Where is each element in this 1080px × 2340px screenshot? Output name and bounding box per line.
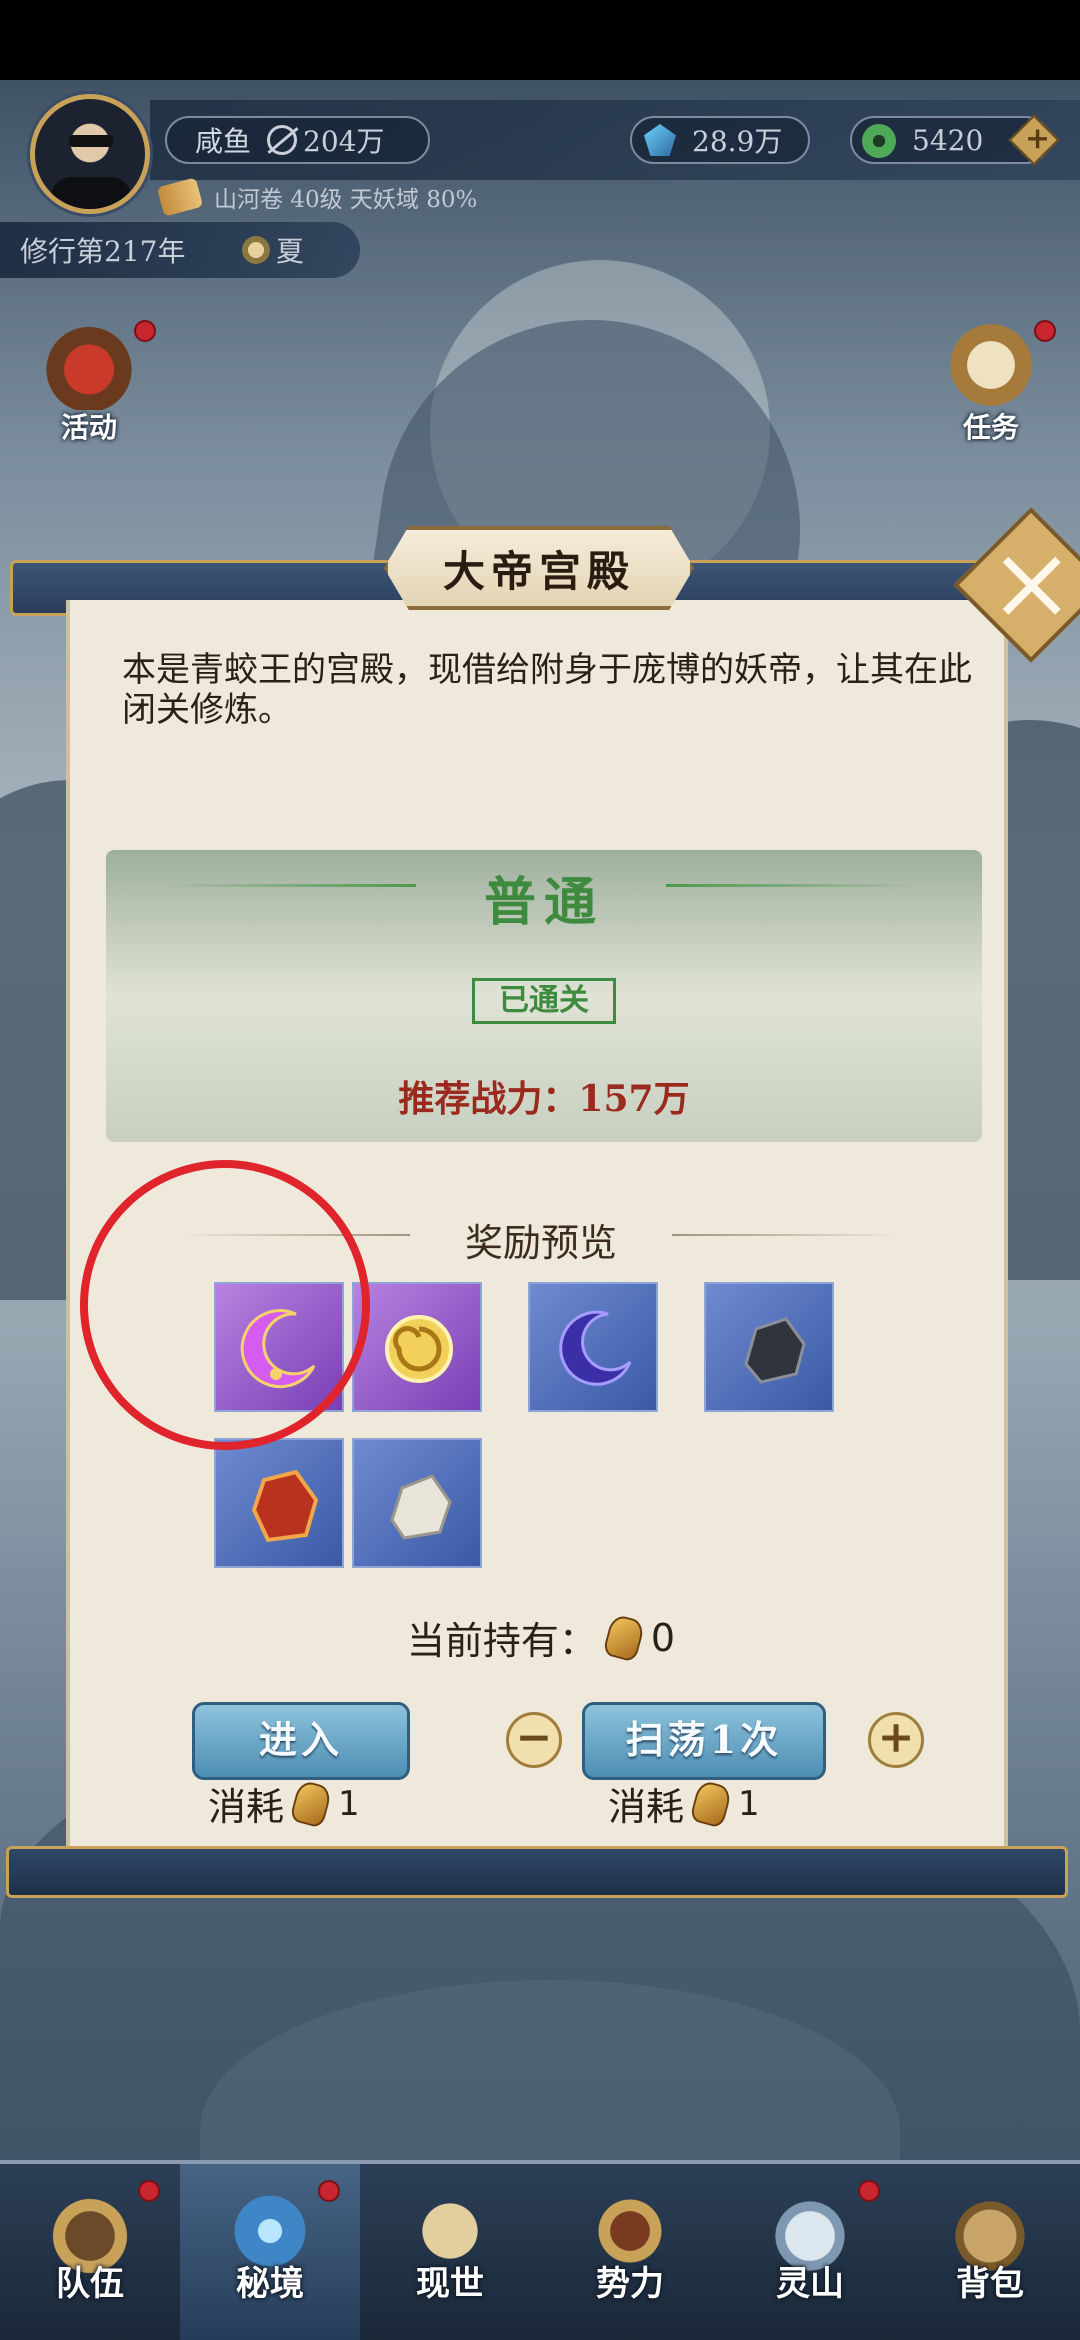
coin-currency[interactable]: 5420 [850, 114, 1060, 166]
reward-item-golden-orb[interactable] [352, 1282, 482, 1412]
white-ore-icon [390, 1474, 452, 1540]
jade-currency[interactable]: 28.9万 [630, 116, 810, 164]
moon-shard-icon [559, 1310, 632, 1386]
reward-item-white-ore[interactable] [352, 1438, 482, 1568]
nav-tab-label: 秘境 [236, 2264, 304, 2304]
side-button-label: 任务 [962, 411, 1019, 444]
nav-tab-label: 背包 [956, 2264, 1024, 2304]
nav-tab-label: 队伍 [56, 2264, 124, 2304]
reward-preview-title: 奖励预览 [464, 1221, 617, 1265]
avatar-glasses [69, 135, 113, 147]
difficulty-label: 普通 [483, 872, 604, 933]
decrease-sweep-button[interactable]: − [506, 1712, 562, 1768]
cost-value: 1 [338, 1783, 360, 1824]
coin-icon [862, 124, 896, 158]
dungeon-description: 本是青蛟王的宫殿，现借给附身于庞博的妖帝，让其在此闭关修炼。 [122, 650, 972, 730]
jade-crystal-icon [644, 124, 676, 156]
notification-dot [134, 320, 156, 342]
token-icon [602, 1612, 646, 1663]
reward-item-blue-moon[interactable] [528, 1282, 658, 1412]
activity-drum-icon [39, 320, 139, 410]
year-bar: 修行第217年 夏 [0, 222, 360, 278]
nav-tab-world[interactable]: 现世 [360, 2164, 540, 2340]
recommended-power: 推荐战力：157万 [398, 1078, 690, 1120]
avatar-suit [51, 177, 131, 209]
top-hud: 咸鱼 204万 28.9万 5420 山河卷 40级 天妖域 80% 修行第21… [0, 80, 1080, 278]
coin-value: 5420 [912, 123, 984, 157]
bottom-nav: 队伍 秘境 现世 势力 灵山 背包 [0, 2160, 1080, 2340]
player-name-pill[interactable]: 咸鱼 204万 [165, 116, 430, 164]
reward-item-dark-ore[interactable] [704, 1282, 834, 1412]
avatar[interactable] [30, 94, 150, 214]
increase-sweep-button[interactable]: + [868, 1712, 924, 1768]
nav-tab-spirit-mountain[interactable]: 灵山 [720, 2164, 900, 2340]
season-icon [241, 236, 270, 264]
notification-dot [1034, 320, 1056, 342]
cleared-badge: 已通关 [472, 978, 616, 1024]
cost-value: 1 [738, 1783, 760, 1824]
holding-count: 0 [650, 1615, 676, 1660]
red-ore-icon [251, 1469, 319, 1543]
player-name: 咸鱼 [195, 125, 252, 158]
nav-tab-team[interactable]: 队伍 [0, 2164, 180, 2340]
combat-power-value: 204万 [303, 125, 385, 158]
scroll-info: 山河卷 40级 天妖域 80% [214, 187, 478, 213]
scroll-progress[interactable]: 山河卷 40级 天妖域 80% [156, 177, 478, 217]
enter-button[interactable]: 进入 [192, 1702, 410, 1780]
token-icon [689, 1778, 733, 1829]
dialog-title: 大帝宫殿 [384, 526, 694, 610]
holding-label: 当前持有： [406, 1619, 597, 1663]
token-icon [289, 1778, 333, 1829]
scroll-icon [156, 177, 204, 217]
jade-value: 28.9万 [692, 125, 783, 158]
nav-tab-label: 势力 [596, 2264, 664, 2304]
season-label: 夏 [275, 235, 304, 268]
cost-label: 消耗 [608, 1785, 685, 1829]
combat-power-icon [267, 125, 298, 155]
difficulty-panel[interactable]: 普通 已通关 推荐战力：157万 [106, 850, 982, 1142]
season-indicator: 夏 [241, 230, 304, 270]
nav-tab-label: 现世 [416, 2264, 484, 2304]
notification-dot [138, 2180, 160, 2202]
side-button-label: 活动 [60, 411, 117, 444]
nav-tab-bag[interactable]: 背包 [900, 2164, 1080, 2340]
nav-tab-label: 灵山 [776, 2264, 844, 2304]
decor-line [672, 1234, 902, 1236]
cost-label: 消耗 [208, 1785, 285, 1829]
golden-spiral-icon [385, 1315, 453, 1383]
holding-row: 当前持有： 0 [70, 1610, 1012, 1665]
task-scroll-icon [941, 320, 1041, 410]
year-label: 修行第217年 [20, 235, 186, 268]
side-button-activity[interactable]: 活动 [24, 320, 156, 446]
enter-cost: 消耗 1 [208, 1776, 360, 1831]
sweep-button[interactable]: 扫荡1次 [582, 1702, 826, 1780]
reward-item-red-ore[interactable] [214, 1438, 344, 1568]
notification-dot [858, 2180, 880, 2202]
nav-tab-secret-realm[interactable]: 秘境 [180, 2164, 360, 2340]
status-bar [0, 0, 1080, 80]
nav-tab-faction[interactable]: 势力 [540, 2164, 720, 2340]
side-button-task[interactable]: 任务 [926, 320, 1056, 446]
dialog-bottom-rail [6, 1846, 1068, 1898]
dark-ore-icon [744, 1317, 806, 1384]
notification-dot [318, 2180, 340, 2202]
sweep-cost: 消耗 1 [608, 1776, 760, 1831]
